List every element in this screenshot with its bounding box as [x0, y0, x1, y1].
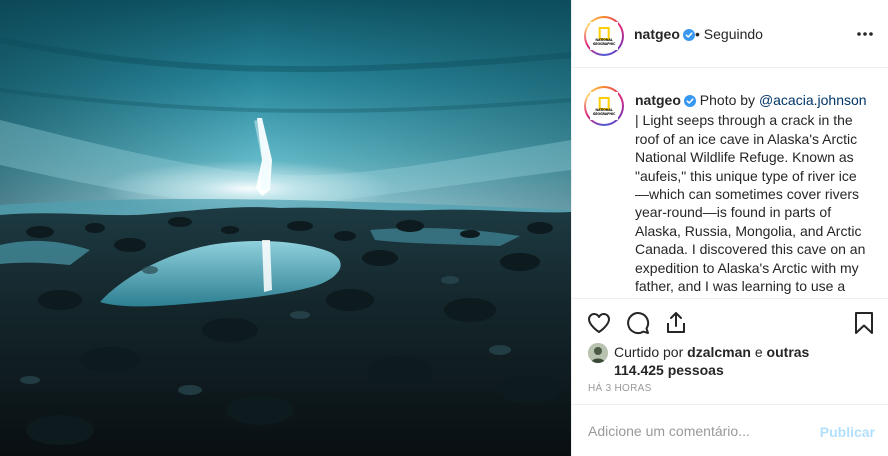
likes-connector: e — [750, 344, 767, 360]
header-separator: • — [695, 26, 700, 42]
caption-avatar[interactable]: NATIONAL GEOGRAPHIC — [584, 86, 624, 126]
caption-mention-link[interactable]: @acacia.johnson — [759, 92, 867, 108]
liker-username[interactable]: dzalcman — [687, 344, 751, 360]
verified-badge-icon — [683, 93, 696, 111]
comment-icon — [627, 312, 650, 335]
caption-body: | Light seeps through a crack in the roo… — [635, 112, 866, 298]
share-button[interactable] — [663, 310, 689, 336]
bookmark-icon — [855, 312, 873, 334]
action-bar — [572, 300, 888, 344]
user-photo-icon — [588, 343, 608, 363]
more-options-button[interactable] — [855, 24, 875, 44]
likes-prefix: Curtido por — [614, 344, 688, 360]
post-photo[interactable] — [0, 0, 571, 456]
verified-badge-icon — [682, 28, 695, 46]
follow-status-label[interactable]: Seguindo — [704, 26, 763, 42]
comment-box: Publicar — [572, 404, 888, 456]
publish-button[interactable]: Publicar — [820, 424, 875, 440]
share-icon — [667, 312, 685, 333]
post-side-panel: NATIONAL GEOGRAPHIC natgeo • Seguindo NA… — [571, 0, 888, 456]
national-geographic-logo-icon: NATIONAL GEOGRAPHIC — [590, 92, 618, 120]
follow-status[interactable]: • Seguindo — [695, 26, 763, 42]
liker-avatar[interactable] — [588, 343, 608, 363]
header-username[interactable]: natgeo — [634, 26, 680, 42]
national-geographic-logo-icon: NATIONAL GEOGRAPHIC — [590, 22, 618, 50]
ice-cave-image — [0, 0, 571, 456]
like-button[interactable] — [586, 310, 612, 336]
caption-username[interactable]: natgeo — [635, 92, 681, 108]
logo-text-line2: GEOGRAPHIC — [592, 112, 616, 116]
likes-text: Curtido por dzalcman e outras 114.425 pe… — [614, 343, 834, 379]
comment-button[interactable] — [625, 310, 651, 336]
heart-icon — [588, 313, 610, 333]
logo-text-line2: GEOGRAPHIC — [592, 42, 616, 46]
avatar[interactable]: NATIONAL GEOGRAPHIC — [584, 16, 624, 56]
caption-area: NATIONAL GEOGRAPHIC natgeo Photo by @aca… — [572, 68, 888, 299]
more-horizontal-icon — [857, 32, 873, 36]
post-header: NATIONAL GEOGRAPHIC natgeo • Seguindo — [572, 0, 888, 68]
post-timestamp[interactable]: Há 3 horas — [588, 383, 652, 394]
comment-input[interactable] — [588, 420, 808, 442]
header-username-group: natgeo — [634, 26, 695, 46]
caption-body-start: Photo by — [699, 92, 759, 108]
instagram-post: NATIONAL GEOGRAPHIC natgeo • Seguindo NA… — [0, 0, 888, 456]
caption-text: natgeo Photo by @acacia.johnson | Light … — [635, 91, 867, 298]
save-button[interactable] — [851, 310, 877, 336]
